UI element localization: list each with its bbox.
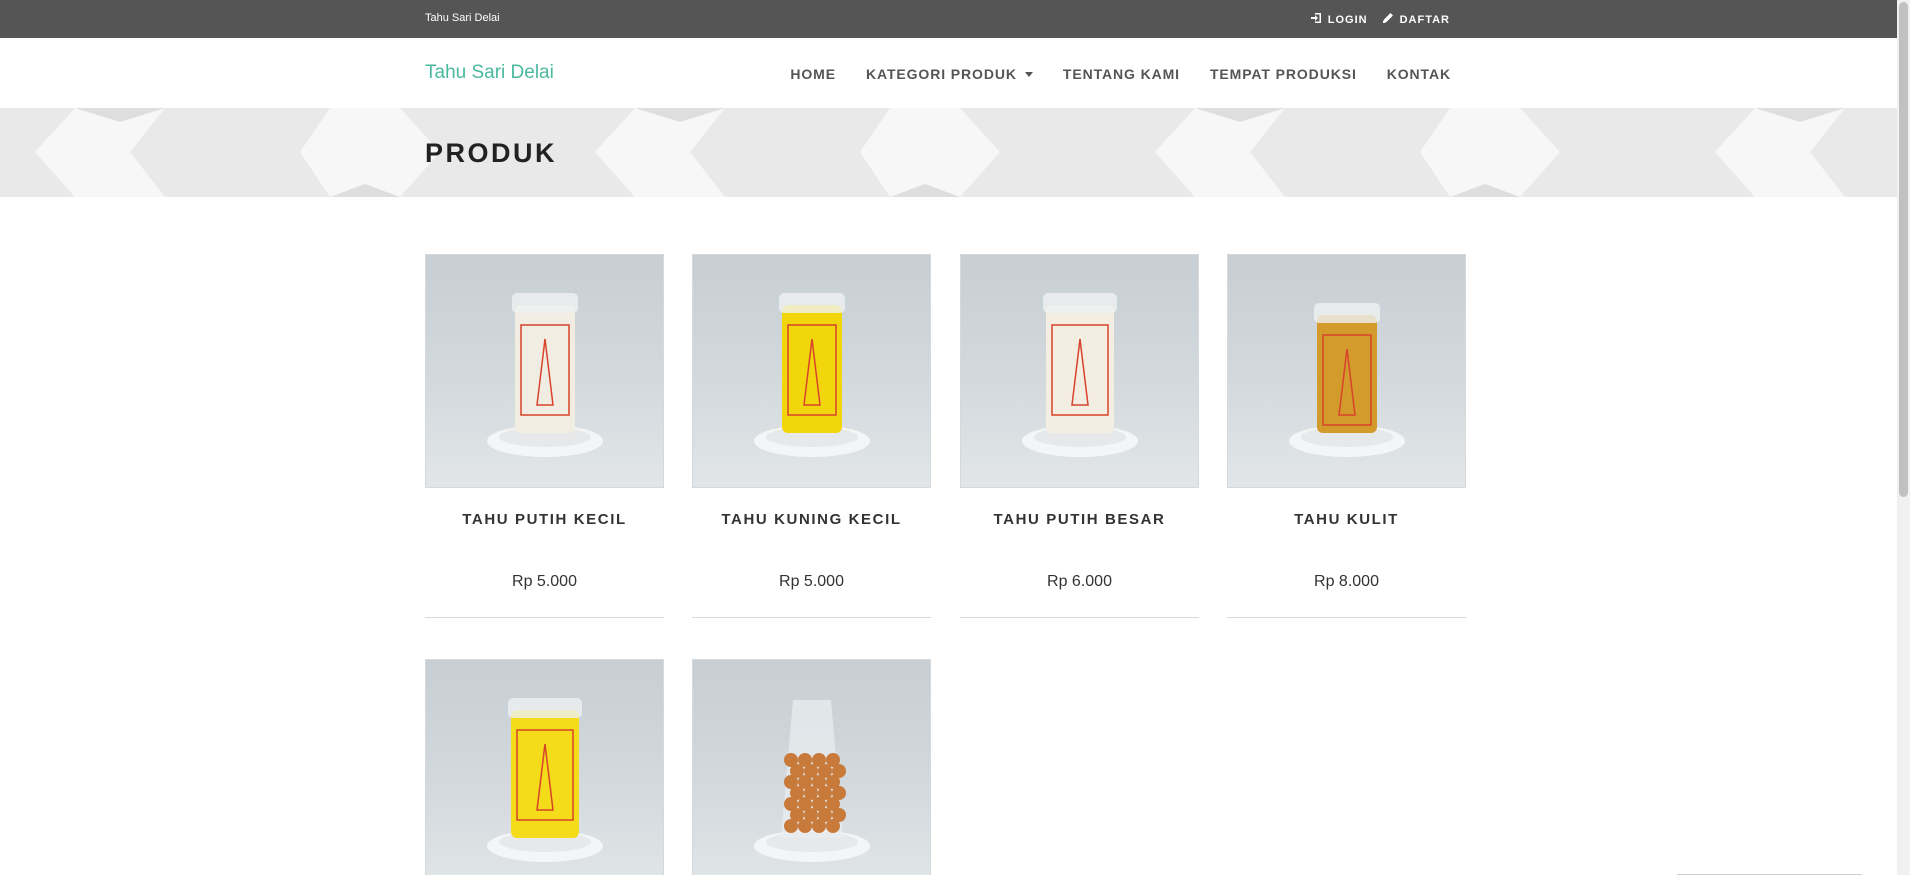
product-price: Rp 8.000 bbox=[1314, 573, 1379, 590]
product-image[interactable] bbox=[692, 254, 931, 488]
tofu-package-illustration bbox=[1289, 303, 1405, 457]
product-card: TAHU KULIT Rp 8.000 bbox=[1227, 254, 1466, 618]
tofu-block-shape bbox=[782, 305, 842, 433]
nav-home-label: HOME bbox=[790, 66, 836, 82]
tofu-block-shape bbox=[511, 710, 579, 838]
product-image[interactable] bbox=[425, 254, 664, 488]
topbar-brand: Tahu Sari Delai bbox=[425, 12, 500, 24]
nav-kategori-label: KATEGORI PRODUK bbox=[865, 66, 1017, 82]
nav-kontak-label: KONTAK bbox=[1386, 66, 1451, 82]
product-card bbox=[425, 659, 664, 875]
register-label: DAFTAR bbox=[1399, 13, 1450, 26]
tofu-block-shape bbox=[1046, 305, 1114, 433]
card-divider bbox=[960, 617, 1199, 618]
scrollbar-thumb[interactable] bbox=[1899, 2, 1908, 497]
nav-tentang-label: TENTANG KAMI bbox=[1062, 66, 1180, 82]
caret-down-icon bbox=[1024, 71, 1033, 77]
nav-kontak[interactable]: KONTAK bbox=[1387, 66, 1451, 82]
product-image[interactable] bbox=[1227, 254, 1466, 488]
tofu-package-illustration bbox=[1022, 293, 1138, 457]
product-name[interactable]: TAHU KUNING KECIL bbox=[692, 511, 931, 528]
tofu-ball-shape bbox=[812, 819, 826, 833]
product-image[interactable] bbox=[692, 659, 931, 875]
main-navbar: Tahu Sari Delai HOME KATEGORI PRODUK TEN… bbox=[0, 38, 1897, 108]
product-name[interactable]: TAHU PUTIH BESAR bbox=[960, 511, 1199, 528]
card-divider bbox=[425, 617, 664, 618]
tofu-ball-shape bbox=[798, 819, 812, 833]
tofu-block-shape bbox=[515, 305, 575, 433]
bag-top-shape bbox=[508, 698, 582, 718]
login-link[interactable]: LOGIN bbox=[1310, 12, 1368, 27]
product-card bbox=[692, 659, 931, 875]
product-card: TAHU PUTIH BESAR Rp 6.000 bbox=[960, 254, 1199, 618]
tofu-package-illustration bbox=[487, 698, 603, 862]
page-title: PRODUK bbox=[425, 138, 558, 168]
product-name[interactable]: TAHU KULIT bbox=[1227, 511, 1466, 528]
tofu-package-illustration bbox=[487, 293, 603, 457]
sign-in-icon bbox=[1310, 12, 1322, 27]
product-image[interactable] bbox=[425, 659, 664, 875]
product-price: Rp 5.000 bbox=[512, 573, 577, 590]
nav-tempat-produksi[interactable]: TEMPAT PRODUKSI bbox=[1210, 66, 1357, 82]
card-divider bbox=[1227, 617, 1466, 618]
tofu-ball-shape bbox=[826, 819, 840, 833]
product-price: Rp 6.000 bbox=[1047, 573, 1112, 590]
nav-home[interactable]: HOME bbox=[790, 66, 836, 82]
product-name[interactable]: TAHU PUTIH KECIL bbox=[425, 511, 664, 528]
product-card: TAHU KUNING KECIL Rp 5.000 bbox=[692, 254, 931, 618]
product-card: TAHU PUTIH KECIL Rp 5.000 bbox=[425, 254, 664, 618]
tofu-ball-shape bbox=[784, 819, 798, 833]
product-image[interactable] bbox=[960, 254, 1199, 488]
product-price: Rp 5.000 bbox=[779, 573, 844, 590]
nav-tentang-kami[interactable]: TENTANG KAMI bbox=[1063, 66, 1180, 82]
top-bar: Tahu Sari Delai LOGIN DAFTAR bbox=[0, 0, 1897, 38]
nav-kategori-produk[interactable]: KATEGORI PRODUK bbox=[866, 66, 1033, 82]
tofu-package-illustration bbox=[754, 293, 870, 457]
bag-top-shape bbox=[779, 293, 845, 313]
page-scrollbar[interactable] bbox=[1897, 0, 1910, 875]
site-logo[interactable]: Tahu Sari Delai bbox=[425, 62, 554, 84]
account-links: LOGIN DAFTAR bbox=[1310, 12, 1450, 27]
bag-top-shape bbox=[1314, 303, 1380, 323]
login-label: LOGIN bbox=[1327, 13, 1368, 26]
hexagon-pattern bbox=[35, 108, 1845, 197]
page-header-banner: PRODUK bbox=[0, 108, 1897, 197]
main-menu: HOME KATEGORI PRODUK TENTANG KAMI TEMPAT… bbox=[790, 66, 1451, 82]
pencil-icon bbox=[1382, 12, 1394, 27]
bag-top-shape bbox=[512, 293, 578, 313]
register-link[interactable]: DAFTAR bbox=[1382, 12, 1450, 27]
nav-tempat-label: TEMPAT PRODUKSI bbox=[1209, 66, 1357, 82]
bag-top-shape bbox=[1043, 293, 1117, 313]
tofu-package-illustration bbox=[754, 700, 870, 862]
card-divider bbox=[692, 617, 931, 618]
